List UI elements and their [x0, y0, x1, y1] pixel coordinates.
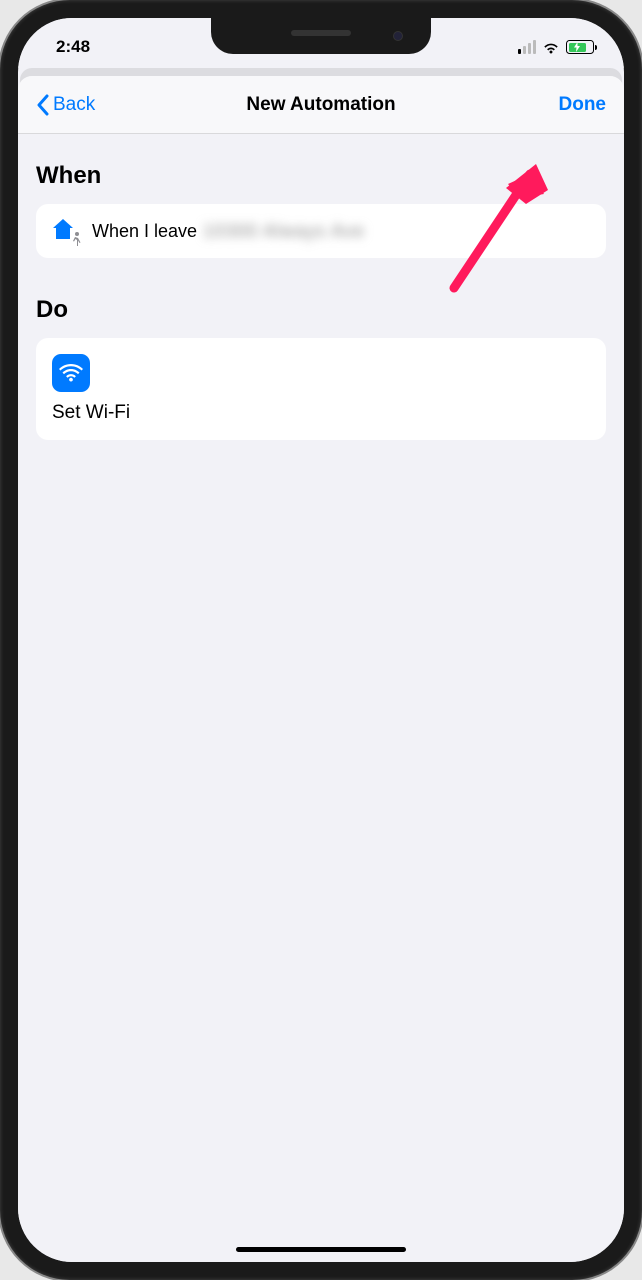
do-action-row[interactable]: Set Wi-Fi [36, 338, 606, 440]
phone-frame: 2:48 Back [0, 0, 642, 1280]
page-title: New Automation [246, 94, 395, 116]
status-indicators [518, 40, 594, 54]
wifi-action-icon [52, 354, 90, 392]
status-time: 2:48 [56, 37, 90, 57]
screen: 2:48 Back [18, 18, 624, 1262]
front-camera [393, 31, 403, 41]
notch [211, 18, 431, 54]
do-section-header: Do [36, 296, 606, 324]
do-action-label: Set Wi-Fi [52, 402, 590, 424]
when-prefix: When I leave [92, 221, 197, 242]
home-indicator[interactable] [236, 1247, 406, 1252]
chevron-left-icon [36, 94, 49, 116]
wifi-icon [542, 41, 560, 54]
back-button[interactable]: Back [36, 94, 126, 116]
content-area: When When I leave 10300 Always Ave Do [18, 134, 624, 460]
person-walking-icon [70, 232, 82, 246]
speaker [291, 30, 351, 36]
when-trigger-text: When I leave 10300 Always Ave [92, 221, 365, 242]
cellular-signal-icon [518, 40, 536, 54]
when-section-header: When [36, 162, 606, 190]
when-trigger-row[interactable]: When I leave 10300 Always Ave [36, 204, 606, 258]
modal-sheet: Back New Automation Done When When I lea… [18, 76, 624, 1262]
done-button[interactable]: Done [546, 94, 606, 116]
leave-home-icon [52, 218, 78, 244]
navigation-bar: Back New Automation Done [18, 76, 624, 134]
battery-icon [566, 40, 594, 54]
when-location-redacted: 10300 Always Ave [203, 221, 365, 242]
charging-bolt-icon [573, 42, 581, 52]
back-label: Back [53, 94, 95, 116]
